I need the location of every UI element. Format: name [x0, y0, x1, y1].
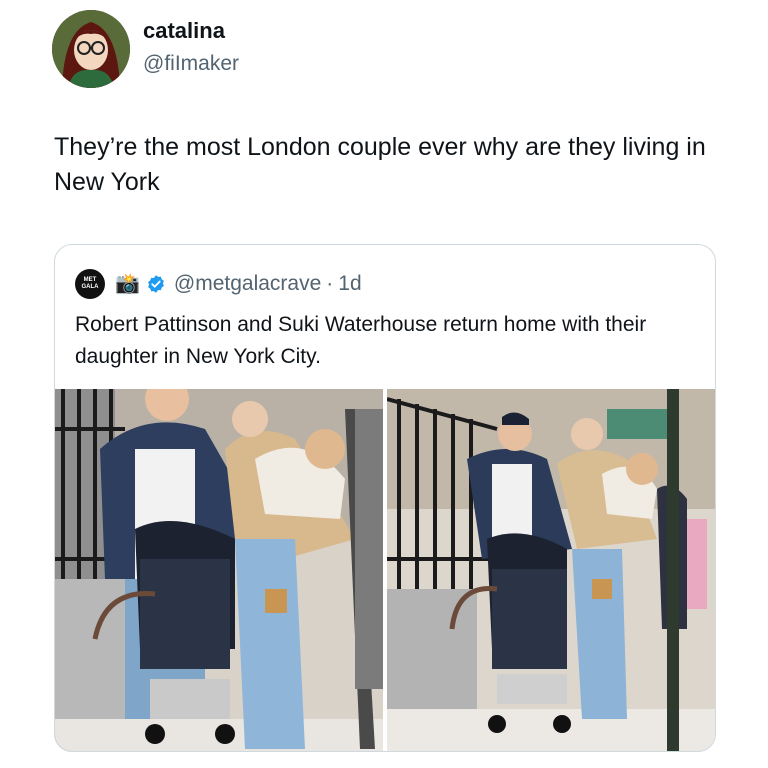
quoted-timestamp[interactable]: 1d — [338, 272, 361, 296]
metgala-logo-icon[interactable]: MET GALA — [75, 269, 105, 299]
quoted-avatar-label: MET GALA — [81, 277, 99, 290]
author-avatar[interactable] — [52, 10, 130, 88]
quoted-photo-2[interactable] — [387, 389, 715, 751]
quoted-tweet-card[interactable]: MET GALA 📸 @metgalacrave · 1d Robert Pat… — [54, 244, 716, 752]
quoted-separator: · — [326, 272, 334, 295]
tweet-text: They’re the most London couple ever why … — [54, 133, 706, 196]
author-display-name[interactable]: catalina — [143, 18, 225, 44]
street-photo-icon — [55, 389, 383, 751]
author-handle[interactable]: @fiImaker — [143, 52, 239, 76]
street-photo-icon — [387, 389, 715, 751]
cartoon-girl-glasses-avatar-icon — [52, 10, 130, 88]
quoted-handle[interactable]: @metgalacrave — [174, 272, 321, 296]
quoted-tweet-header: MET GALA 📸 @metgalacrave · 1d — [75, 269, 362, 299]
verified-badge-icon — [148, 275, 164, 293]
camera-flash-emoji: 📸 — [115, 273, 140, 295]
quoted-photo-1[interactable] — [55, 389, 383, 751]
quoted-tweet-text: Robert Pattinson and Suki Waterhouse ret… — [75, 313, 647, 368]
quoted-media-grid — [55, 389, 715, 751]
